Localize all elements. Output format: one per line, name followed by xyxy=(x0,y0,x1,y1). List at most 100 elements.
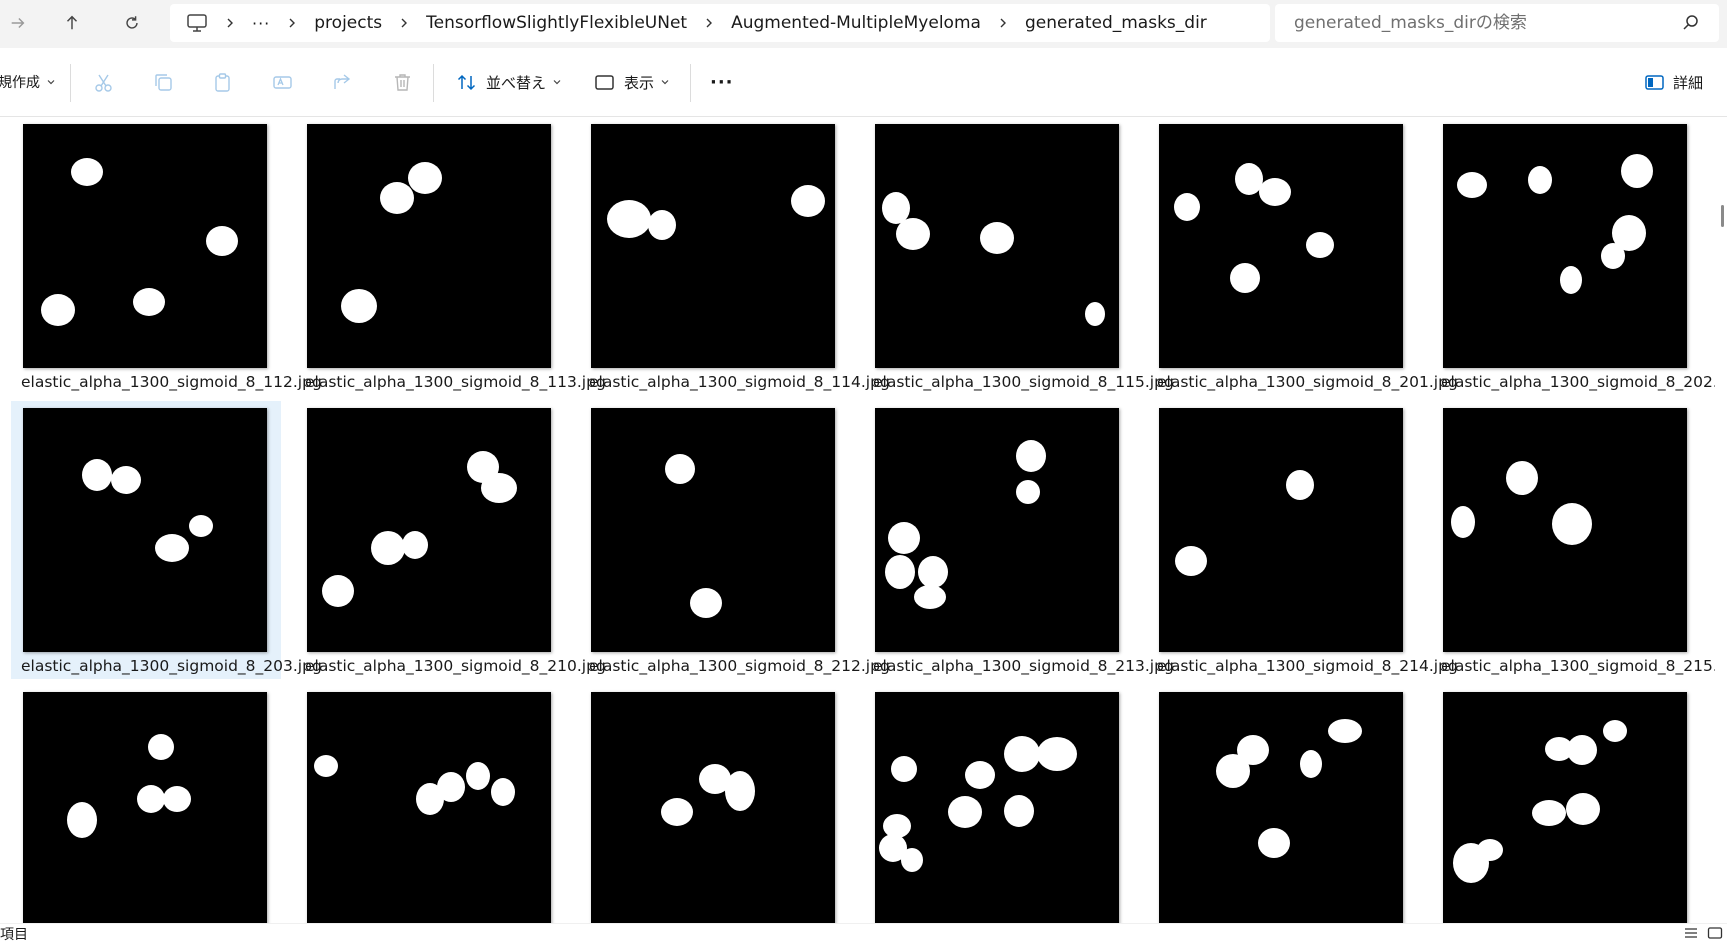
details-button[interactable]: 詳細 xyxy=(1644,62,1703,102)
chevron-down-icon xyxy=(661,80,669,85)
status-bar: 項目 xyxy=(0,923,1727,943)
refresh-icon[interactable] xyxy=(114,6,150,40)
item-count-label: 項目 xyxy=(0,927,28,943)
file-tile[interactable]: elastic_alpha_1300_sigmoid_8_201.jpg xyxy=(1147,117,1458,395)
file-tile[interactable] xyxy=(11,685,281,923)
chevron-right-icon[interactable] xyxy=(398,17,410,29)
rename-button[interactable] xyxy=(272,62,293,102)
mask-thumbnail xyxy=(591,408,835,652)
vertical-scrollbar[interactable] xyxy=(1716,117,1727,923)
new-button[interactable]: 新規作成 xyxy=(0,62,56,102)
mask-thumbnail xyxy=(307,408,551,652)
share-icon xyxy=(334,73,351,89)
mask-thumbnail xyxy=(1443,124,1687,368)
file-tile[interactable] xyxy=(1431,685,1701,923)
file-name: elastic_alpha_1300_sigmoid_8_215.jpg xyxy=(1441,657,1715,675)
chevron-down-icon xyxy=(553,80,561,85)
sort-label: 並べ替え xyxy=(486,73,547,92)
file-tile[interactable] xyxy=(579,685,849,923)
trash-icon xyxy=(395,73,410,91)
mask-thumbnail xyxy=(1159,408,1403,652)
file-tile[interactable]: elastic_alpha_1300_sigmoid_8_115.jpg xyxy=(863,117,1174,395)
file-name: elastic_alpha_1300_sigmoid_8_114.jpg xyxy=(589,373,890,391)
breadcrumb-augmented[interactable]: Augmented-MultipleMyeloma xyxy=(731,13,981,33)
file-name: elastic_alpha_1300_sigmoid_8_203.jpg xyxy=(21,657,322,675)
chevron-right-icon[interactable] xyxy=(997,17,1009,29)
command-bar: 新規作成 並べ替え 表示 ··· 詳細 xyxy=(0,48,1727,117)
mask-thumbnail xyxy=(307,692,551,923)
file-tile[interactable]: elastic_alpha_1300_sigmoid_8_212.jpg xyxy=(579,401,890,679)
large-icons-view-icon[interactable] xyxy=(1707,925,1725,941)
file-name: elastic_alpha_1300_sigmoid_8_112.jpg xyxy=(21,373,322,391)
new-label: 新規作成 xyxy=(0,75,40,91)
file-tile[interactable]: elastic_alpha_1300_sigmoid_8_210.jpg xyxy=(295,401,606,679)
copy-button[interactable] xyxy=(153,62,174,102)
view-label: 表示 xyxy=(624,73,655,92)
file-tile-selected[interactable]: elastic_alpha_1300_sigmoid_8_203.jpg xyxy=(11,401,322,679)
mask-thumbnail xyxy=(1443,408,1687,652)
chevron-right-icon[interactable] xyxy=(703,17,715,29)
breadcrumb-unet[interactable]: TensorflowSlightlyFlexibleUNet xyxy=(426,13,687,33)
file-tile[interactable]: elastic_alpha_1300_sigmoid_8_112.jpg xyxy=(11,117,322,395)
file-name: elastic_alpha_1300_sigmoid_8_201.jpg xyxy=(1157,373,1458,391)
forward-arrow-icon[interactable] xyxy=(0,6,36,40)
scrollbar-thumb[interactable] xyxy=(1721,205,1724,227)
scissors-icon xyxy=(95,74,112,92)
details-label: 詳細 xyxy=(1673,73,1704,92)
paste-icon xyxy=(215,72,230,92)
breadcrumb[interactable]: ··· projects TensorflowSlightlyFlexibleU… xyxy=(170,4,1270,42)
file-tile[interactable] xyxy=(1147,685,1417,923)
view-icon xyxy=(595,74,614,90)
divider xyxy=(70,64,71,102)
monitor-icon[interactable] xyxy=(186,13,208,33)
file-name: elastic_alpha_1300_sigmoid_8_214.jpg xyxy=(1157,657,1458,675)
delete-button[interactable] xyxy=(392,62,413,102)
copy-icon xyxy=(155,73,172,91)
file-tile[interactable]: elastic_alpha_1300_sigmoid_8_214.jpg xyxy=(1147,401,1458,679)
file-name: elastic_alpha_1300_sigmoid_8_115.jpg xyxy=(873,373,1174,391)
file-tile[interactable]: elastic_alpha_1300_sigmoid_8_202.jpg xyxy=(1431,117,1715,395)
sort-button[interactable]: 並べ替え xyxy=(456,62,562,102)
file-tile[interactable]: elastic_alpha_1300_sigmoid_8_113.jpg xyxy=(295,117,606,395)
share-button[interactable] xyxy=(332,62,353,102)
view-button[interactable]: 表示 xyxy=(594,62,670,102)
chevron-right-icon[interactable] xyxy=(286,17,298,29)
mask-thumbnail xyxy=(23,408,267,652)
sort-arrows-icon xyxy=(457,74,476,90)
paste-button[interactable] xyxy=(212,62,233,102)
mask-thumbnail xyxy=(1159,692,1403,923)
more-options-button[interactable]: ··· xyxy=(710,62,734,102)
more-label: ··· xyxy=(710,71,734,93)
file-grid: elastic_alpha_1300_sigmoid_8_112.jpg ela… xyxy=(0,117,1715,923)
divider xyxy=(690,64,691,102)
mask-thumbnail xyxy=(591,692,835,923)
up-arrow-icon[interactable] xyxy=(54,6,90,40)
breadcrumb-current[interactable]: generated_masks_dir xyxy=(1025,13,1207,33)
file-name: elastic_alpha_1300_sigmoid_8_202.jpg xyxy=(1441,373,1715,391)
file-tile[interactable]: elastic_alpha_1300_sigmoid_8_215.jpg xyxy=(1431,401,1715,679)
file-tile[interactable] xyxy=(295,685,565,923)
details-pane-icon xyxy=(1645,74,1664,90)
mask-thumbnail xyxy=(875,408,1119,652)
file-tile[interactable]: elastic_alpha_1300_sigmoid_8_213.jpg xyxy=(863,401,1174,679)
search-icon[interactable] xyxy=(1682,14,1699,31)
mask-thumbnail xyxy=(23,692,267,923)
file-tile[interactable]: elastic_alpha_1300_sigmoid_8_114.jpg xyxy=(579,117,890,395)
breadcrumb-projects[interactable]: projects xyxy=(314,13,382,33)
search-input[interactable] xyxy=(1292,7,1666,39)
details-view-icon[interactable] xyxy=(1683,925,1701,941)
file-tile[interactable] xyxy=(863,685,1133,923)
mask-thumbnail xyxy=(1443,692,1687,923)
cut-button[interactable] xyxy=(93,62,114,102)
file-name: elastic_alpha_1300_sigmoid_8_210.jpg xyxy=(305,657,606,675)
mask-thumbnail xyxy=(875,124,1119,368)
mask-thumbnail xyxy=(23,124,267,368)
breadcrumb-overflow[interactable]: ··· xyxy=(252,14,270,33)
file-name: elastic_alpha_1300_sigmoid_8_213.jpg xyxy=(873,657,1174,675)
address-bar: ··· projects TensorflowSlightlyFlexibleU… xyxy=(0,0,1727,48)
mask-thumbnail xyxy=(591,124,835,368)
chevron-right-icon[interactable] xyxy=(224,17,236,29)
divider xyxy=(433,64,434,102)
search-box[interactable] xyxy=(1275,4,1719,42)
file-name: elastic_alpha_1300_sigmoid_8_212.jpg xyxy=(589,657,890,675)
